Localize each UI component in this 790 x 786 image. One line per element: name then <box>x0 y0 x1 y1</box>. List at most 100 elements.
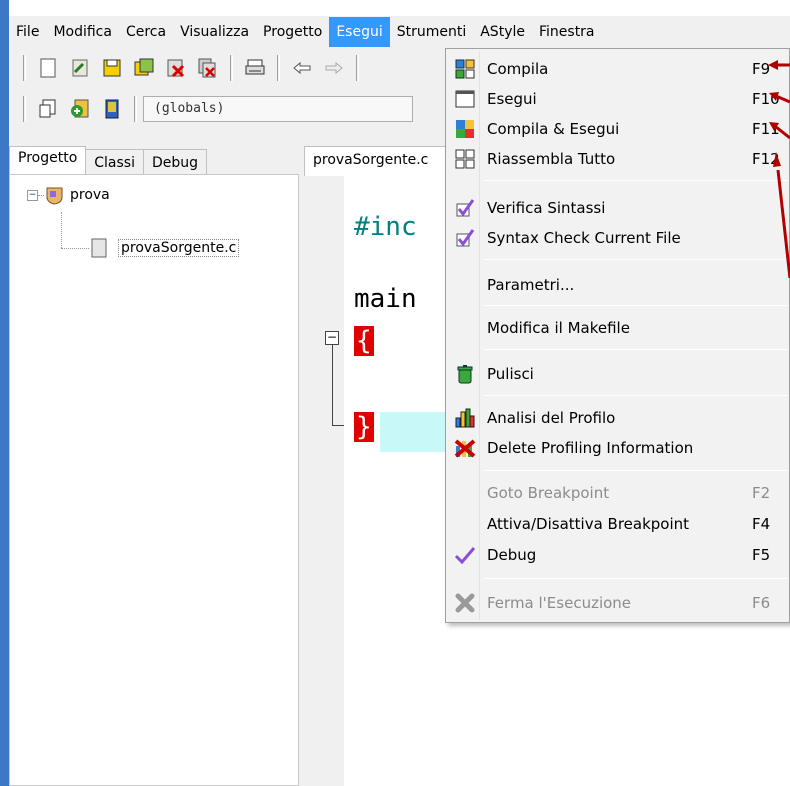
menu-cerca[interactable]: Cerca <box>119 17 173 47</box>
delete-profile-icon <box>454 437 476 459</box>
run-icon <box>454 88 476 110</box>
menu-progetto[interactable]: Progetto <box>256 17 329 47</box>
menu-file[interactable]: File <box>9 17 46 47</box>
toolbar-separator <box>134 96 137 122</box>
menu-shortcut: F5 <box>752 546 771 564</box>
close-all-icon[interactable] <box>195 55 221 81</box>
fold-collapse-icon[interactable]: − <box>325 331 339 345</box>
menu-label: Parametri... <box>487 276 575 294</box>
code-line-close-brace: } <box>354 412 374 442</box>
fold-line <box>332 345 333 425</box>
menu-shortcut: F2 <box>752 484 771 502</box>
open-file-icon[interactable] <box>67 55 93 81</box>
source-file-icon <box>91 238 107 258</box>
menu-item-verifica-sintassi[interactable]: Verifica Sintassi <box>446 193 790 223</box>
collapse-icon[interactable]: − <box>27 189 38 201</box>
menu-label: Compila & Esegui <box>487 120 620 138</box>
menu-item-esegui[interactable]: Esegui F10 <box>446 84 790 114</box>
tree-node-file[interactable]: provaSorgente.c <box>90 237 240 259</box>
toolbar-grip[interactable] <box>23 55 26 81</box>
menu-label: Debug <box>487 546 537 564</box>
project-browser: Progetto Classi Debug − prova provaSorge… <box>9 146 299 786</box>
menu-label: Compila <box>487 60 549 78</box>
rebuild-all-icon <box>454 148 476 170</box>
menu-separator <box>484 578 788 579</box>
tree-node-project[interactable]: − prova <box>27 185 110 205</box>
toolbar-grip[interactable] <box>23 96 26 122</box>
title-bar-edge <box>9 0 790 16</box>
compile-icon <box>454 58 476 80</box>
menu-separator <box>484 395 788 396</box>
menu-item-syntax-check-file[interactable]: Syntax Check Current File <box>446 223 790 253</box>
fold-gutter: − <box>304 176 344 786</box>
menu-esegui[interactable]: Esegui <box>329 17 390 47</box>
new-file-icon[interactable] <box>35 55 61 81</box>
menu-item-toggle-breakpoint[interactable]: Attiva/Disattiva Breakpoint F4 <box>446 509 790 539</box>
menu-label: Delete Profiling Information <box>487 439 694 457</box>
secondary-toolbar: (globals) <box>9 88 449 130</box>
tab-debug[interactable]: Debug <box>143 149 208 176</box>
menu-label: Attiva/Disattiva Breakpoint <box>487 515 690 533</box>
menu-item-goto-breakpoint[interactable]: Goto Breakpoint F2 <box>446 478 790 508</box>
menu-visualizza[interactable]: Visualizza <box>173 17 256 47</box>
close-brace: } <box>354 412 374 442</box>
annotation-arrows <box>768 60 790 278</box>
menu-item-pulisci[interactable]: Pulisci <box>446 359 790 389</box>
tab-classi[interactable]: Classi <box>85 149 144 176</box>
menu-shortcut: F6 <box>752 594 771 612</box>
close-file-icon[interactable] <box>163 55 189 81</box>
menu-label: Ferma l'Esecuzione <box>487 594 632 612</box>
toolbar-separator <box>277 55 280 81</box>
toolbar-separator <box>230 55 233 81</box>
menu-item-riassembla[interactable]: Riassembla Tutto F12 <box>446 144 790 174</box>
scope-combobox[interactable]: (globals) <box>143 96 413 122</box>
menu-label: Pulisci <box>487 365 534 383</box>
undo-icon[interactable] <box>289 55 315 81</box>
menu-item-modifica-makefile[interactable]: Modifica il Makefile <box>446 313 790 343</box>
code-line-include: #inc <box>354 212 417 242</box>
tree-connector <box>61 212 62 248</box>
menu-item-ferma-esecuzione[interactable]: Ferma l'Esecuzione F6 <box>446 588 790 618</box>
remove-from-project-icon[interactable] <box>99 96 125 122</box>
menu-modifica[interactable]: Modifica <box>46 17 119 47</box>
menu-strumenti[interactable]: Strumenti <box>390 17 474 47</box>
esegui-menu: Compila F9 Esegui F10 Compila & Esegui F… <box>445 48 790 623</box>
menu-item-compila-esegui[interactable]: Compila & Esegui F11 <box>446 114 790 144</box>
fold-line-end <box>332 425 344 426</box>
project-browser-tabs: Progetto Classi Debug <box>9 146 208 176</box>
menu-finestra[interactable]: Finestra <box>532 17 602 47</box>
editor-tab[interactable]: provaSorgente.c <box>304 146 464 176</box>
project-tree: − prova provaSorgente.c <box>9 174 299 786</box>
syntax-check-icon <box>454 197 476 219</box>
menu-item-analisi-profilo[interactable]: Analisi del Profilo <box>446 403 790 433</box>
menu-item-debug[interactable]: Debug F5 <box>446 540 790 570</box>
clean-icon <box>454 363 476 385</box>
menu-separator <box>484 259 788 260</box>
compile-run-icon <box>454 118 476 140</box>
stop-icon <box>454 592 476 614</box>
project-options-icon[interactable] <box>35 96 61 122</box>
debug-check-icon <box>454 544 476 566</box>
file-name: provaSorgente.c <box>118 239 240 257</box>
menu-label: Esegui <box>487 90 537 108</box>
menu-item-compila[interactable]: Compila F9 <box>446 54 790 84</box>
menu-item-delete-profiling[interactable]: Delete Profiling Information <box>446 433 790 463</box>
menu-item-parametri[interactable]: Parametri... <box>446 270 790 300</box>
tree-connector <box>61 248 89 249</box>
menu-shortcut: F4 <box>752 515 771 533</box>
print-icon[interactable] <box>242 55 268 81</box>
main-toolbar <box>9 48 449 88</box>
save-icon[interactable] <box>99 55 125 81</box>
open-brace: { <box>354 326 374 356</box>
menu-label: Modifica il Makefile <box>487 319 630 337</box>
add-to-project-icon[interactable] <box>67 96 93 122</box>
code-line-open-brace: { <box>354 326 374 356</box>
menu-label: Goto Breakpoint <box>487 484 610 502</box>
save-all-icon[interactable] <box>131 55 157 81</box>
menu-astyle[interactable]: AStyle <box>473 17 532 47</box>
tab-progetto[interactable]: Progetto <box>9 146 87 176</box>
profile-icon <box>454 407 476 429</box>
project-name: prova <box>70 187 110 203</box>
menu-separator <box>484 470 788 471</box>
redo-icon[interactable] <box>321 55 347 81</box>
